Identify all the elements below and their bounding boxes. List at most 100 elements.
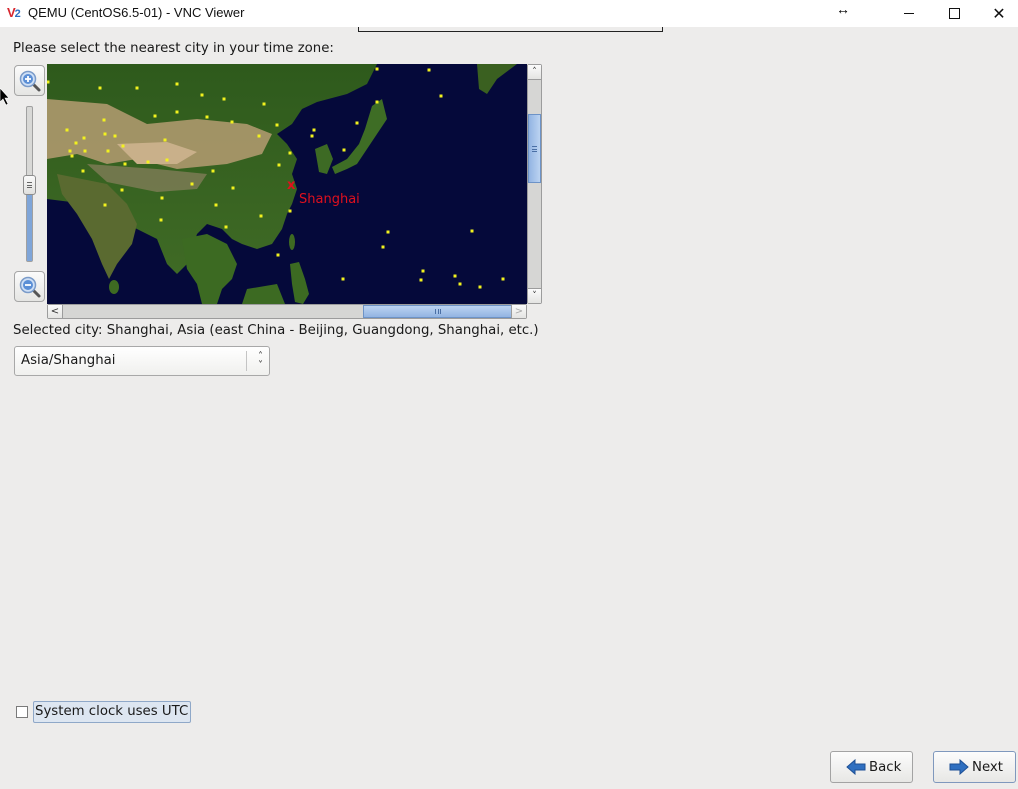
city-dot[interactable]	[381, 245, 385, 249]
arrow-right-icon	[949, 759, 969, 775]
close-button[interactable]: ✕	[976, 0, 1018, 27]
back-button[interactable]: Back	[830, 751, 913, 783]
scroll-right-button[interactable]: >	[511, 305, 526, 318]
city-dot[interactable]	[113, 134, 117, 138]
scroll-up-button[interactable]: ˄	[528, 65, 541, 80]
selected-city-text: Selected city: Shanghai, Asia (east Chin…	[13, 323, 539, 338]
city-dot[interactable]	[342, 148, 346, 152]
city-dot[interactable]	[175, 110, 179, 114]
city-dot[interactable]	[165, 158, 169, 162]
timezone-select[interactable]: Asia/Shanghai ˄ ˅	[14, 346, 270, 376]
city-dot[interactable]	[427, 68, 431, 72]
city-dot[interactable]	[439, 94, 443, 98]
zoom-out-icon	[19, 276, 40, 297]
landmass-sri-lanka	[109, 280, 119, 294]
landmass-borneo	[242, 284, 285, 304]
city-dot[interactable]	[386, 230, 390, 234]
city-dot[interactable]	[312, 128, 316, 132]
city-dot[interactable]	[146, 160, 150, 164]
maximize-button[interactable]	[931, 0, 977, 27]
city-dot[interactable]	[375, 67, 379, 71]
city-dot[interactable]	[453, 274, 457, 278]
window-titlebar: V2 QEMU (CentOS6.5-01) - VNC Viewer ↔ ✕	[0, 0, 1018, 27]
city-dot[interactable]	[83, 149, 87, 153]
city-dot[interactable]	[190, 182, 194, 186]
city-dot[interactable]	[288, 209, 292, 213]
city-dot[interactable]	[47, 80, 50, 84]
resize-arrows-icon: ↔	[836, 1, 850, 17]
city-dot[interactable]	[163, 138, 167, 142]
world-map-image: x Shanghai	[47, 64, 517, 304]
city-dot[interactable]	[205, 115, 209, 119]
city-dot[interactable]	[341, 277, 345, 281]
city-dot[interactable]	[160, 196, 164, 200]
city-dot[interactable]	[102, 118, 106, 122]
city-dot[interactable]	[214, 203, 218, 207]
close-icon: ✕	[992, 4, 1006, 23]
city-dot[interactable]	[224, 225, 228, 229]
city-dot[interactable]	[230, 120, 234, 124]
city-dot[interactable]	[123, 162, 127, 166]
scroll-down-button[interactable]: ˅	[528, 288, 541, 303]
city-dot[interactable]	[277, 163, 281, 167]
city-dot[interactable]	[288, 151, 292, 155]
city-dot[interactable]	[153, 114, 157, 118]
city-dot[interactable]	[211, 169, 215, 173]
arrow-left-icon	[846, 759, 866, 775]
city-dot[interactable]	[276, 253, 280, 257]
vertical-scroll-thumb[interactable]	[528, 114, 541, 183]
city-dot[interactable]	[74, 141, 78, 145]
grip-icon	[532, 145, 537, 152]
zoom-slider-fill	[27, 184, 32, 261]
landmass-kamchatka	[477, 64, 517, 94]
city-dot[interactable]	[65, 128, 69, 132]
mouse-cursor-icon	[0, 88, 10, 106]
map-vertical-scrollbar[interactable]: ˄ ˅	[527, 64, 542, 304]
city-dot[interactable]	[121, 144, 125, 148]
select-updown-icon: ˄ ˅	[258, 351, 263, 371]
city-dot[interactable]	[375, 100, 379, 104]
city-dot[interactable]	[98, 86, 102, 90]
city-dot[interactable]	[259, 214, 263, 218]
zoom-out-button[interactable]	[14, 271, 45, 302]
city-dot[interactable]	[478, 285, 482, 289]
back-button-label: Back	[869, 759, 902, 775]
city-dot[interactable]	[257, 134, 261, 138]
city-dot[interactable]	[106, 149, 110, 153]
city-dot[interactable]	[275, 123, 279, 127]
city-dot[interactable]	[103, 203, 107, 207]
minimize-icon	[904, 13, 914, 14]
scroll-left-button[interactable]: <	[48, 305, 63, 318]
next-button[interactable]: Next	[933, 751, 1016, 783]
city-dot[interactable]	[120, 188, 124, 192]
utc-checkbox-label[interactable]: System clock uses UTC	[33, 701, 192, 723]
city-dot[interactable]	[419, 278, 423, 282]
city-dot[interactable]	[458, 282, 462, 286]
city-dot[interactable]	[135, 86, 139, 90]
landmass-taiwan	[289, 234, 295, 250]
city-dot[interactable]	[222, 97, 226, 101]
cropped-field-border	[358, 27, 663, 32]
city-dot[interactable]	[231, 186, 235, 190]
utc-checkbox[interactable]	[16, 706, 28, 718]
city-dot[interactable]	[355, 121, 359, 125]
city-dot[interactable]	[81, 169, 85, 173]
city-dot[interactable]	[82, 136, 86, 140]
city-dot[interactable]	[68, 149, 72, 153]
city-dot[interactable]	[501, 277, 505, 281]
city-dot[interactable]	[310, 134, 314, 138]
city-dot[interactable]	[70, 154, 74, 158]
timezone-map[interactable]: x Shanghai	[47, 64, 527, 304]
city-dot[interactable]	[200, 93, 204, 97]
zoom-slider-handle[interactable]	[23, 175, 36, 195]
city-dot[interactable]	[421, 269, 425, 273]
zoom-in-button[interactable]	[14, 65, 45, 96]
map-horizontal-scrollbar[interactable]: < >	[47, 304, 527, 319]
city-dot[interactable]	[103, 132, 107, 136]
horizontal-scroll-thumb[interactable]	[363, 305, 513, 318]
city-dot[interactable]	[159, 218, 163, 222]
city-dot[interactable]	[470, 229, 474, 233]
city-dot[interactable]	[262, 102, 266, 106]
city-dot[interactable]	[175, 82, 179, 86]
minimize-button[interactable]	[886, 0, 932, 27]
